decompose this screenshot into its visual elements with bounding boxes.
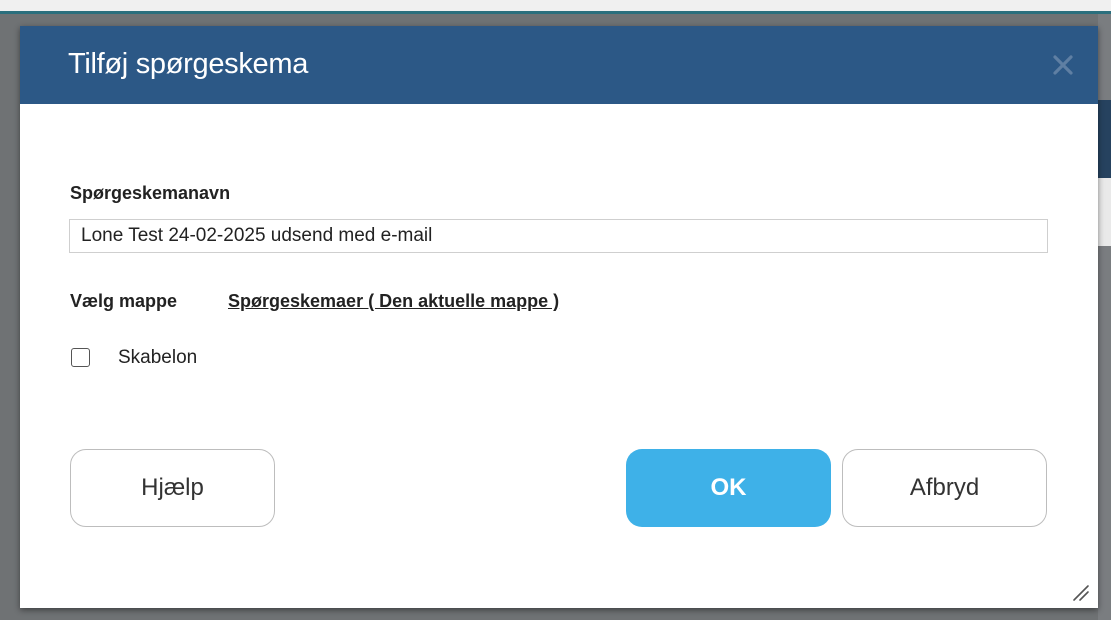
close-icon	[1048, 48, 1078, 82]
template-checkbox[interactable]	[71, 348, 90, 367]
cancel-button[interactable]: Afbryd	[842, 449, 1047, 527]
questionnaire-name-label: Spørgeskemanavn	[70, 183, 231, 203]
ok-button[interactable]: OK	[626, 449, 831, 527]
add-questionnaire-dialog: Tilføj spørgeskema Spørgeskemanavn Vælg …	[20, 26, 1098, 608]
dialog-title: Tilføj spørgeskema	[68, 48, 309, 80]
resize-grip-icon[interactable]	[1070, 582, 1090, 602]
choose-folder-label: Vælg mappe	[70, 291, 178, 311]
background-app-edge	[1098, 14, 1111, 620]
background-app-header	[1098, 100, 1111, 178]
dialog-header: Tilføj spørgeskema	[20, 26, 1098, 104]
background-app-toolbar	[1098, 178, 1111, 246]
folder-link[interactable]: Spørgeskemaer ( Den aktuelle mappe )	[228, 291, 559, 312]
close-button[interactable]	[1048, 48, 1078, 82]
help-button[interactable]: Hjælp	[70, 449, 275, 527]
questionnaire-name-input[interactable]	[69, 219, 1048, 253]
template-checkbox-label: Skabelon	[118, 347, 198, 368]
background-app-topbar	[0, 0, 1111, 14]
